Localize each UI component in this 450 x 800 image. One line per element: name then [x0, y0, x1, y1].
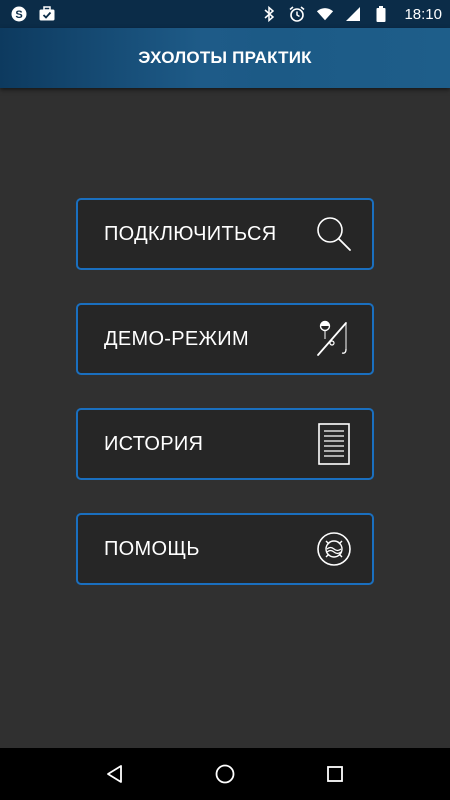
document-icon: [314, 422, 354, 466]
status-time: 18:10: [404, 5, 442, 23]
history-button-label: ИСТОРИЯ: [104, 432, 204, 455]
svg-text:S: S: [15, 9, 22, 21]
wifi-icon: [316, 5, 334, 23]
app-screen: S 18:10 ЭХОЛОТЫ ПРАКТИК ПОДКЛЮЧИТЬСЯ ДЕМ…: [0, 0, 450, 800]
status-bar: S 18:10: [0, 0, 450, 28]
back-icon[interactable]: [95, 754, 135, 794]
recents-icon[interactable]: [315, 754, 355, 794]
bluetooth-icon: [260, 5, 278, 23]
app-title: ЭХОЛОТЫ ПРАКТИК: [138, 48, 312, 67]
search-icon: [314, 212, 354, 256]
briefcase-check-icon: [38, 5, 56, 23]
help-button-label: ПОМОЩЬ: [104, 537, 200, 560]
fishing-rod-icon: [314, 317, 354, 361]
life-buoy-icon: [314, 527, 354, 571]
history-button[interactable]: ИСТОРИЯ: [76, 408, 374, 480]
home-icon[interactable]: [205, 754, 245, 794]
app-bar: ЭХОЛОТЫ ПРАКТИК: [0, 28, 450, 88]
demo-mode-button-label: ДЕМО-РЕЖИМ: [104, 327, 249, 350]
help-button[interactable]: ПОМОЩЬ: [76, 513, 374, 585]
status-bar-notifications: S: [10, 5, 56, 23]
connect-button[interactable]: ПОДКЛЮЧИТЬСЯ: [76, 198, 374, 270]
alarm-clock-icon: [288, 5, 306, 23]
signal-icon: [344, 5, 362, 23]
demo-mode-button[interactable]: ДЕМО-РЕЖИМ: [76, 303, 374, 375]
skype-icon: S: [10, 5, 28, 23]
status-bar-system: 18:10: [260, 5, 442, 23]
navigation-bar: [0, 748, 450, 800]
battery-icon: [372, 5, 390, 23]
connect-button-label: ПОДКЛЮЧИТЬСЯ: [104, 222, 277, 245]
